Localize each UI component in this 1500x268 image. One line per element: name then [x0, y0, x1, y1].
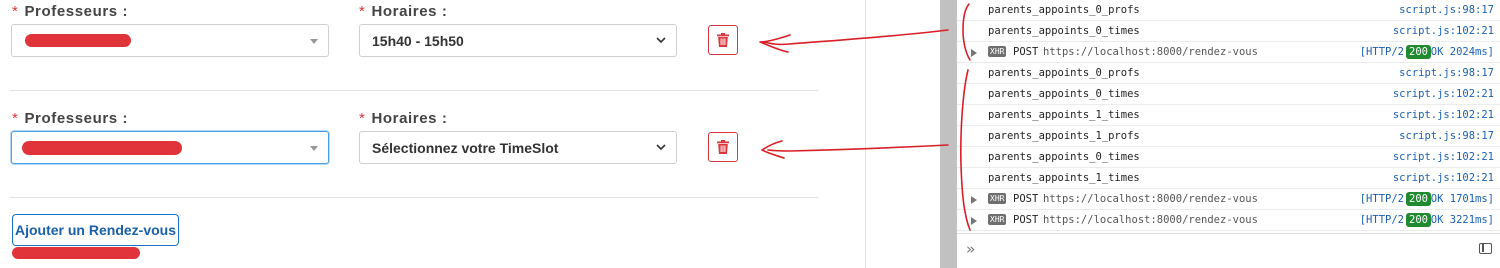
panel-scrollbar[interactable]	[940, 0, 957, 268]
console-prompt[interactable]: »	[957, 233, 1500, 268]
required-mark: *	[12, 3, 19, 20]
request-url[interactable]: https://localhost:8000/rendez-vous	[1043, 214, 1258, 226]
add-appointment-button[interactable]: Ajouter un Rendez-vous	[12, 214, 179, 246]
status-badge: 200	[1406, 45, 1431, 59]
console-xhr-row[interactable]: XHR POST https://localhost:8000/rendez-v…	[957, 189, 1500, 210]
xhr-badge: XHR	[988, 214, 1007, 225]
source-link[interactable]: script.js:102:21	[1393, 151, 1494, 163]
professors-label: * Professeurs :	[12, 3, 129, 20]
timeslot-select[interactable]: 15h40 - 15h50	[359, 24, 677, 57]
protocol: [HTTP/2	[1359, 193, 1404, 205]
timeslot-select[interactable]: Sélectionnez votre TimeSlot	[359, 131, 677, 164]
console-prompt-icon: »	[966, 240, 976, 258]
source-link[interactable]: script.js:98:17	[1399, 67, 1494, 79]
xhr-badge: XHR	[988, 193, 1007, 204]
xhr-badge: XHR	[988, 46, 1007, 57]
source-link[interactable]: script.js:98:17	[1399, 4, 1494, 16]
trash-icon	[717, 33, 729, 47]
timing: OK 1701ms]	[1430, 193, 1494, 205]
entry-divider	[10, 90, 818, 91]
http-method: POST	[1013, 46, 1039, 58]
protocol: [HTTP/2	[1359, 214, 1404, 226]
entry-divider	[10, 197, 818, 198]
trash-icon	[717, 140, 729, 154]
console-xhr-row[interactable]: XHR POST https://localhost:8000/rendez-v…	[957, 42, 1500, 63]
request-url[interactable]: https://localhost:8000/rendez-vous	[1043, 193, 1258, 205]
chevron-down-icon	[656, 144, 666, 151]
console-log-row: parents_appoints_1_profs script.js:98:17	[957, 126, 1500, 147]
status-badge: 200	[1406, 213, 1431, 227]
source-link[interactable]: script.js:102:21	[1393, 25, 1494, 37]
console-xhr-row[interactable]: XHR POST https://localhost:8000/rendez-v…	[957, 210, 1500, 231]
console-log-row: parents_appoints_0_times script.js:102:2…	[957, 147, 1500, 168]
http-method: POST	[1013, 193, 1039, 205]
delete-appointment-button[interactable]	[708, 25, 738, 55]
status-badge: 200	[1406, 192, 1431, 206]
expand-triangle-icon[interactable]	[971, 49, 977, 57]
timing: OK 3221ms]	[1430, 214, 1494, 226]
professors-label: * Professeurs :	[12, 110, 129, 127]
dropdown-arrow-icon	[310, 39, 318, 44]
console-log-row: parents_appoints_1_times script.js:102:2…	[957, 105, 1500, 126]
appointment-form: * Professeurs : * Horaires : 15h40 - 15h50…	[0, 0, 866, 268]
console-log-row: parents_appoints_0_times script.js:102:2…	[957, 21, 1500, 42]
schedule-label: * Horaires :	[359, 3, 448, 20]
timing: OK 2024ms]	[1430, 46, 1494, 58]
source-link[interactable]: script.js:102:21	[1393, 109, 1494, 121]
console-log-row: parents_appoints_1_times script.js:102:2…	[957, 168, 1500, 189]
schedule-label: * Horaires :	[359, 110, 448, 127]
expand-triangle-icon[interactable]	[971, 217, 977, 225]
chevron-down-icon	[656, 37, 666, 44]
source-link[interactable]: script.js:102:21	[1393, 172, 1494, 184]
expand-triangle-icon[interactable]	[971, 196, 977, 204]
source-link[interactable]: script.js:102:21	[1393, 88, 1494, 100]
timeslot-value: Sélectionnez votre TimeSlot	[372, 140, 559, 156]
console-log-row: parents_appoints_0_times script.js:102:2…	[957, 84, 1500, 105]
devtools-console: parents_appoints_0_profs script.js:98:17…	[957, 0, 1500, 268]
sidebar-toggle-icon[interactable]	[1479, 243, 1492, 254]
redaction-mark	[25, 34, 131, 47]
delete-appointment-button[interactable]	[708, 132, 738, 162]
request-url[interactable]: https://localhost:8000/rendez-vous	[1043, 46, 1258, 58]
console-log-row: parents_appoints_0_profs script.js:98:17	[957, 63, 1500, 84]
http-method: POST	[1013, 214, 1039, 226]
redaction-mark	[22, 141, 182, 155]
dropdown-arrow-icon	[310, 146, 318, 151]
protocol: [HTTP/2	[1359, 46, 1404, 58]
timeslot-value: 15h40 - 15h50	[372, 33, 464, 49]
redaction-mark	[12, 247, 140, 259]
source-link[interactable]: script.js:98:17	[1399, 130, 1494, 142]
console-log-row: parents_appoints_0_profs script.js:98:17	[957, 0, 1500, 21]
